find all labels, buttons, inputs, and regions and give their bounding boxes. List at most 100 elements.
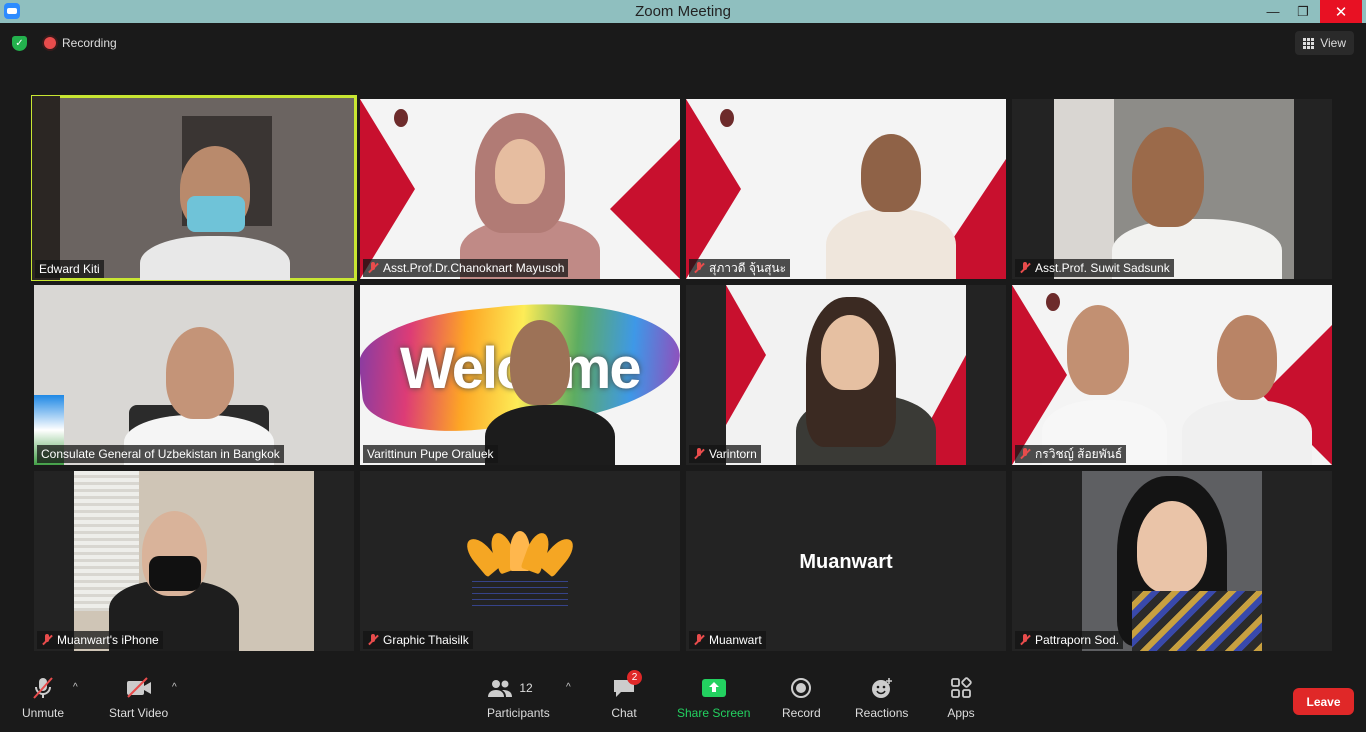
- start-video-button[interactable]: Start Video: [109, 676, 168, 720]
- participants-button[interactable]: 12 Participants: [487, 676, 550, 720]
- share-screen-label: Share Screen: [677, 706, 751, 720]
- participant-head: [1217, 315, 1277, 400]
- record-button[interactable]: Record: [782, 676, 821, 720]
- share-screen-button[interactable]: Share Screen: [677, 676, 750, 720]
- participant-name-label: Muanwart's iPhone: [37, 631, 163, 649]
- video-tile[interactable]: Muanwart's iPhone: [34, 471, 354, 651]
- participant-body: [826, 209, 956, 279]
- participants-label: Participants: [487, 706, 550, 720]
- background-shape: [360, 99, 415, 279]
- recording-label: Recording: [62, 36, 117, 50]
- grid-view-icon: [1303, 37, 1315, 49]
- video-tile[interactable]: Welcome Varittinun Pupe Oraluek: [360, 285, 680, 465]
- thaisilk-lotus-logo-icon: [461, 511, 579, 578]
- view-label: View: [1320, 36, 1346, 50]
- mic-muted-icon: [693, 262, 705, 274]
- security-shield-icon[interactable]: ✓: [12, 36, 27, 51]
- video-off-icon: [125, 676, 153, 700]
- meeting-topbar: ✓ Recording View: [0, 23, 1366, 63]
- participant-name-label: Asst.Prof.Dr.Chanoknart Mayusoh: [363, 259, 569, 277]
- unmute-label: Unmute: [22, 706, 65, 720]
- share-screen-icon: [700, 676, 728, 700]
- mic-muted-icon: [1019, 448, 1031, 460]
- participant-head: [1067, 305, 1129, 395]
- zoom-app-icon: [4, 3, 20, 19]
- restore-icon[interactable]: ❐: [1288, 0, 1318, 23]
- participant-name: Pattraporn Sod.: [1035, 633, 1120, 647]
- participant-body: [1132, 591, 1262, 651]
- participant-name: Muanwart: [709, 633, 762, 647]
- background-shape: [610, 139, 680, 279]
- video-tile[interactable]: Varintorn: [686, 285, 1006, 465]
- participant-head: [495, 139, 545, 204]
- video-tile[interactable]: Asst.Prof.Dr.Chanoknart Mayusoh: [360, 99, 680, 279]
- video-tile[interactable]: Edward Kiti: [31, 95, 357, 281]
- participant-body: [140, 236, 290, 280]
- record-icon: [787, 676, 815, 700]
- video-options-chevron-icon[interactable]: ^: [172, 682, 177, 693]
- background-shape: [32, 96, 60, 280]
- participant-name-label: Pattraporn Sod.: [1015, 631, 1124, 649]
- apps-icon: [947, 676, 975, 700]
- video-tile[interactable]: Asst.Prof. Suwit Sadsunk: [1012, 99, 1332, 279]
- video-tile[interactable]: Pattraporn Sod.: [1012, 471, 1332, 651]
- video-tile[interactable]: สุภาวดี จุ้นสุนะ: [686, 99, 1006, 279]
- view-button[interactable]: View: [1295, 31, 1354, 55]
- participant-head: [1137, 501, 1207, 593]
- reactions-button[interactable]: Reactions: [855, 676, 908, 720]
- unmute-button[interactable]: Unmute: [22, 676, 64, 720]
- mic-muted-icon: [41, 634, 53, 646]
- participants-options-chevron-icon[interactable]: ^: [566, 682, 571, 693]
- minimize-icon[interactable]: —: [1258, 0, 1288, 23]
- mic-muted-icon: [1019, 634, 1031, 646]
- participant-name: สุภาวดี จุ้นสุนะ: [709, 260, 787, 275]
- chat-unread-badge: 2: [627, 670, 642, 685]
- background-shape: [726, 285, 766, 425]
- start-video-label: Start Video: [109, 706, 169, 720]
- video-tile[interactable]: กรวิชญ์ ส้อยพันธ์: [1012, 285, 1332, 465]
- university-logo-icon: [394, 109, 408, 127]
- participant-name-label: Asst.Prof. Suwit Sadsunk: [1015, 259, 1174, 277]
- chat-button[interactable]: 2 Chat: [610, 670, 642, 720]
- close-icon[interactable]: ✕: [1320, 0, 1362, 23]
- participant-name-label: Graphic Thaisilk: [363, 631, 473, 649]
- video-tile[interactable]: Graphic Thaisilk: [360, 471, 680, 651]
- participant-name-label: กรวิชญ์ ส้อยพันธ์: [1015, 445, 1127, 463]
- participant-head: [1132, 127, 1204, 227]
- video-tile[interactable]: Consulate General of Uzbekistan in Bangk…: [34, 285, 354, 465]
- participant-body: [485, 405, 615, 465]
- university-logo-icon: [720, 109, 734, 127]
- meeting-toolbar: Unmute ^ Start Video ^ 12 Participants ^…: [0, 668, 1366, 732]
- window-titlebar: Zoom Meeting — ❐ ✕: [0, 0, 1366, 23]
- leave-button[interactable]: Leave: [1293, 688, 1354, 715]
- participant-head: [166, 327, 234, 419]
- participant-head: [821, 315, 879, 390]
- chat-label: Chat: [611, 706, 637, 720]
- window-title: Zoom Meeting: [635, 3, 731, 20]
- mic-muted-icon: [693, 448, 705, 460]
- background-shape: [1054, 99, 1114, 279]
- mic-muted-icon: [367, 634, 379, 646]
- participant-name: กรวิชญ์ ส้อยพันธ์: [1035, 446, 1123, 461]
- participant-head: [861, 134, 921, 212]
- participant-name: Asst.Prof. Suwit Sadsunk: [1035, 261, 1170, 275]
- apps-button[interactable]: Apps: [947, 676, 975, 720]
- university-logo-icon: [1046, 293, 1060, 311]
- video-tile[interactable]: Muanwart Muanwart: [686, 471, 1006, 651]
- participant-name-label: Varintorn: [689, 445, 761, 463]
- participant-name: Edward Kiti: [39, 262, 100, 276]
- participant-name-label: Consulate General of Uzbekistan in Bangk…: [37, 445, 284, 463]
- participant-head: [510, 320, 570, 405]
- apps-label: Apps: [947, 706, 975, 720]
- participant-name-label: Edward Kiti: [35, 260, 104, 278]
- mic-muted-icon: [367, 262, 379, 274]
- participant-name: Consulate General of Uzbekistan in Bangk…: [41, 447, 280, 461]
- participant-body: [1182, 400, 1312, 465]
- participant-name-label: Varittinun Pupe Oraluek: [363, 445, 498, 463]
- audio-options-chevron-icon[interactable]: ^: [73, 682, 78, 693]
- record-label: Record: [782, 706, 821, 720]
- recording-indicator[interactable]: Recording: [44, 36, 117, 50]
- reactions-smiley-icon: [868, 676, 896, 700]
- logo-caption-lines: [472, 576, 568, 608]
- participant-name: Varintorn: [709, 447, 757, 461]
